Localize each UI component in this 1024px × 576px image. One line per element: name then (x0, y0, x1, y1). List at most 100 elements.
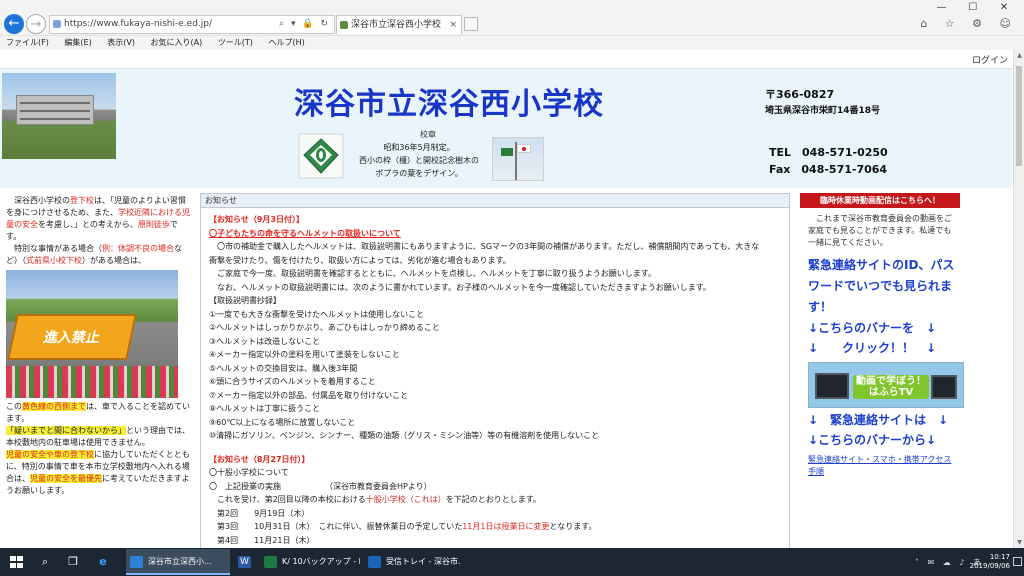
school-building-photo (2, 73, 116, 159)
menu-file[interactable]: ファイル(F) (6, 38, 49, 47)
school-emblem-icon (298, 133, 344, 179)
minimize-button[interactable]: — (928, 2, 956, 13)
url-text: https://www.fukaya-nishi-e.ed.jp/ (64, 19, 213, 29)
notices-header: お知らせ (201, 194, 789, 208)
window-controls: — ☐ ✕ (928, 2, 1018, 13)
notice-paragraph: なお、ヘルメットの取扱説明書には、次のように書かれています。お子様のヘルメットを… (209, 282, 711, 292)
notice-line: 〇十股小学校について (209, 468, 289, 477)
taskbar-item-browser[interactable]: 深谷市立深西小... (126, 549, 230, 575)
menu-edit[interactable]: 編集(E) (64, 38, 91, 47)
list-item: ⑧ヘルメットは丁寧に扱うこと (209, 404, 321, 413)
notices-panel: お知らせ 【お知らせ（9月3日付）】 〇子どもたちの命を守るヘルメットの取扱いに… (200, 193, 790, 548)
commute-info-column: 深谷西小学校の登下校は、「児童のよりよい習慣を身につけさせるため、また、学校近隣… (6, 195, 190, 548)
emblem-label: 校章 (420, 130, 436, 139)
flag-photo (492, 137, 544, 181)
list-item: ③ヘルメットは改造しないこと (209, 336, 321, 346)
menu-favorites[interactable]: お気に入り(A) (151, 38, 203, 47)
browser-chrome: ← → https://www.fukaya-nishi-e.ed.jp/ ⌕ … (0, 0, 1024, 50)
commute-paragraph-4: 「疑いまでと間に合わないから」という理由では、本校敷地内の駐車場は使用できません… (6, 426, 190, 447)
helmet-rules-list: ①一度でも大きな衝撃を受けたヘルメットは使用しないこと ②ヘルメットはしっかりか… (209, 308, 781, 443)
word-icon: W (238, 556, 251, 568)
notice-line: 第4回 11月21日（木） (209, 535, 315, 545)
taskbar-item-excel[interactable]: K/ 10バックアップ - Ex... (260, 549, 360, 575)
new-tab-button[interactable] (464, 17, 478, 31)
school-address: 〒366‐0827 埼玉県深谷市栄町14番18号 (765, 87, 880, 119)
menu-view[interactable]: 表示(V) (107, 38, 135, 47)
taskbar-item-outlook[interactable]: 受信トレイ - 深谷市... (364, 549, 460, 575)
list-item: ⑩清掃にガソリン、ベンジン、シンナー、種類の油類（グリス・ミシン油等）等の有機溶… (209, 431, 600, 440)
notice-paragraph: ご家庭で今一度、取扱説明書を確認するとともに、ヘルメットを点検し、ヘルメットを丁… (209, 269, 656, 278)
notice-title-sep3: 【お知らせ（9月3日付）】 (209, 215, 304, 224)
list-item: ⑨60℃以上になる場所に放置しないこと (209, 417, 356, 427)
notice-paragraph: 〇市の補助金で購入したヘルメットは、取扱説明書にもありますように、SGマークの3… (209, 242, 760, 251)
menu-help[interactable]: ヘルプ(H) (268, 38, 304, 47)
scroll-down-icon[interactable]: ▼ (1014, 539, 1024, 546)
phone-number: TEL 048‐571‐0250 (769, 146, 888, 159)
notice-title-aug27: 【お知らせ（8月27日付）】 (209, 454, 310, 464)
commute-paragraph-2: 特別な事情がある場合（例：体調不良の場合など）（式前県小校下校）がある場合は、 (6, 244, 182, 265)
outlook-icon (368, 556, 381, 568)
maximize-button[interactable]: ☐ (959, 2, 987, 13)
task-view-icon[interactable]: ❐ (64, 553, 82, 571)
taskbar-item-word[interactable]: W (234, 549, 256, 575)
site-favicon-icon (53, 20, 61, 28)
list-item: ⑤ヘルメットの交換目安は、購入後3年間 (209, 363, 358, 373)
notification-center-icon[interactable] (1013, 557, 1022, 566)
commute-paragraph-3: この黄色線の西側までは、車で入ることを認めています。 (6, 402, 190, 423)
notice-line: 第3回 10月31日（木） これに伴い、振替休業日の予定していた11月1日は授業… (209, 522, 597, 531)
tab-title: 深谷市立深谷西小学校 (351, 20, 442, 30)
windows-taskbar: ⌕ ❐ e 深谷市立深西小... W K/ 10バックアップ - Ex... 受… (0, 548, 1024, 576)
banner-text: 動画で学ぼう！はふらTV (853, 375, 929, 399)
helmet-rules-heading: 【取扱説明書抄録】 (209, 296, 281, 305)
search-icon[interactable]: ⌕ (36, 553, 54, 571)
street-address: 埼玉県深谷市栄町14番18号 (765, 106, 881, 116)
video-description: これまで深谷市教育委員会の動画をご家庭でも見ることができます。私達でも一緒に見て… (808, 214, 952, 247)
taskbar-clock[interactable]: 10:17 2019/09/06 (970, 553, 1010, 571)
notice-line: 〇 上記授業の実施 （深谷市教育委員会HPより） (209, 481, 432, 491)
login-link[interactable]: ログイン (972, 53, 1008, 66)
menu-bar: ファイル(F) 編集(E) 表示(V) お気に入り(A) ツール(T) ヘルプ(… (0, 35, 1024, 49)
emergency-site-note: 緊急連絡サイトのID、パスワードでいつでも見られます！ (808, 258, 955, 314)
postal-code: 〒366‐0827 (765, 88, 835, 101)
notice-line: これを受け、第2回目以降の本校における十股小学校（これは）を下記のとおりとします… (209, 495, 541, 504)
back-button[interactable]: ← (4, 14, 24, 34)
video-distribution-button[interactable]: 臨時休業時動画配信はこちらへ！ (800, 193, 960, 208)
toolbar-icons[interactable]: ⌂ ☆ ⚙ ☺ (920, 17, 1018, 30)
internet-explorer-icon[interactable]: e (94, 553, 112, 571)
notice-paragraph: 衝撃を受けたり、傷を付けたり、取扱い方によっては、劣化が進む場合もあります。 (209, 255, 511, 265)
tab-favicon-icon (340, 21, 348, 29)
page-viewport: ログイン 深谷市立深谷西小学校 校章 昭和36年5月制定。 西小の枠（橿）と開校… (0, 50, 1024, 548)
menu-tools[interactable]: ツール(T) (218, 38, 253, 47)
ie-app-icon (130, 556, 143, 568)
tab-school[interactable]: 深谷市立深谷西小学校 × (336, 15, 462, 34)
commute-paragraph-1: 深谷西小学校の登下校は、「児童のよりよい習慣を身につけさせるため、また、学校近隣… (6, 196, 190, 241)
laptop-icon (815, 373, 849, 399)
scroll-up-icon[interactable]: ▲ (1014, 52, 1024, 59)
emblem-description: 昭和36年5月制定。 西小の枠（橿）と開校記念樹木の ポプラの葉をデザイン。 (359, 143, 479, 178)
start-windows-icon[interactable] (10, 556, 23, 568)
close-button[interactable]: ✕ (990, 2, 1018, 13)
emergency-arrow-text: ↓ 緊急連絡サイトは ↓ ↓こちらのバナーから↓ (808, 413, 949, 447)
banner-arrow-text: ↓こちらのバナーを ↓ ↓ クリック！！ ↓ (808, 321, 937, 355)
tab-close-icon[interactable]: × (449, 16, 457, 34)
notice-line: 第2回 9月19日（木） (209, 508, 330, 518)
address-tools-icon[interactable]: ⌕ ▾ 🔒 ↻ (279, 16, 330, 33)
commute-paragraph-5: 児童の安全や車の登下校に協力していただくとともに、特別の事情で車を本市立学校敷地… (6, 450, 190, 495)
emergency-site-link[interactable]: 緊急連絡サイト・スマホ・携帯アクセス手順 (800, 450, 960, 478)
vertical-scrollbar[interactable]: ▲ ▼ (1013, 50, 1024, 548)
address-bar[interactable]: https://www.fukaya-nishi-e.ed.jp/ ⌕ ▾ 🔒 … (49, 15, 335, 34)
fax-number: Fax 048‐571‐7064 (769, 163, 888, 176)
list-item: ④メーカー指定以外の塗料を用いて塗装をしないこと (209, 350, 400, 359)
no-entry-sign-text: 進入禁止 (7, 314, 137, 360)
school-title: 深谷市立深谷西小学校 (294, 87, 604, 122)
site-header: 深谷市立深谷西小学校 校章 昭和36年5月制定。 西小の枠（橿）と開校記念樹木の… (0, 68, 1012, 188)
scroll-thumb[interactable] (1016, 66, 1022, 166)
notice-helmet-heading: 〇子どもたちの命を守るヘルメットの取扱いについて (209, 228, 401, 238)
laptop-icon (931, 375, 957, 399)
list-item: ②ヘルメットはしっかりかぶり、あごひもはしっかり締めること (209, 323, 440, 332)
hafura-tv-banner[interactable]: 動画で学ぼう！はふらTV (808, 362, 964, 408)
forward-button[interactable]: → (26, 14, 46, 34)
list-item: ⑥頭に合うサイズのヘルメットを着用すること (209, 377, 376, 386)
school-contact: TEL 048‐571‐0250 Fax 048‐571‐7064 (769, 144, 888, 178)
excel-icon (264, 556, 277, 568)
